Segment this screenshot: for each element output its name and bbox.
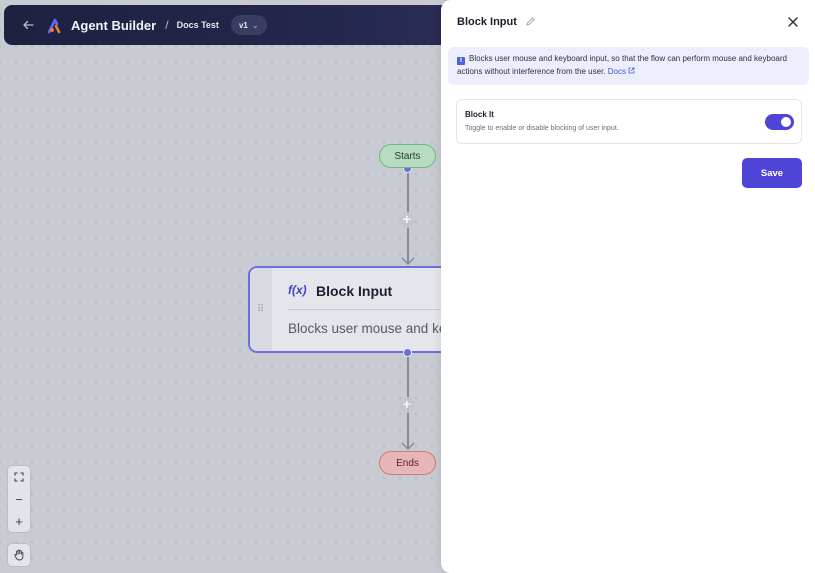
function-icon: f(x) <box>288 283 307 297</box>
zoom-in-button[interactable]: + <box>15 515 23 528</box>
start-node[interactable]: Starts <box>379 144 436 168</box>
chevron-down-icon: ⌄ <box>251 20 259 30</box>
drag-handle-icon[interactable]: ⠿ <box>250 268 272 351</box>
docs-link-label: Docs <box>607 66 626 76</box>
version-label: v1 <box>238 20 248 30</box>
arrow-down-icon <box>401 442 415 451</box>
pencil-icon[interactable] <box>525 16 536 27</box>
version-selector[interactable]: v1 ⌄ <box>230 15 267 35</box>
arrow-down-icon <box>401 257 415 266</box>
info-icon: i <box>457 57 465 65</box>
breadcrumb-separator: / <box>165 18 169 32</box>
block-input-node[interactable]: ⠿ f(x) Block Input Blocks user mouse and… <box>248 266 468 353</box>
zoom-out-button[interactable]: − <box>15 493 23 506</box>
external-link-icon <box>628 67 635 74</box>
info-banner: i Blocks user mouse and keyboard input, s… <box>448 47 809 85</box>
connector-handle[interactable] <box>403 348 412 357</box>
top-bar: Agent Builder / Docs Test v1 ⌄ <box>4 5 464 45</box>
add-step-icon[interactable]: + <box>399 397 415 413</box>
setting-label: Block It <box>465 110 494 119</box>
block-it-setting: Block It Toggle to enable or disable blo… <box>456 99 802 144</box>
node-title: Block Input <box>316 283 393 299</box>
toggle-knob <box>781 117 791 127</box>
back-arrow-icon[interactable] <box>20 17 36 33</box>
properties-panel: Block Input i Blocks user mouse and keybo… <box>441 0 815 573</box>
block-it-toggle[interactable] <box>765 114 794 130</box>
end-node[interactable]: Ends <box>379 451 436 475</box>
agent-builder-logo-icon <box>47 18 61 34</box>
app-title: Agent Builder <box>71 17 157 33</box>
save-button[interactable]: Save <box>742 158 802 188</box>
docs-link[interactable]: Docs <box>608 67 635 76</box>
close-icon[interactable] <box>786 15 800 29</box>
breadcrumb-project[interactable]: Docs Test <box>177 20 219 30</box>
setting-help-text: Toggle to enable or disable blocking of … <box>465 125 619 132</box>
add-step-icon[interactable]: + <box>399 212 415 228</box>
pan-hand-icon[interactable] <box>7 543 31 567</box>
zoom-controls: − + <box>7 465 31 533</box>
fit-view-icon[interactable] <box>14 471 24 484</box>
panel-title: Block Input <box>457 16 517 28</box>
